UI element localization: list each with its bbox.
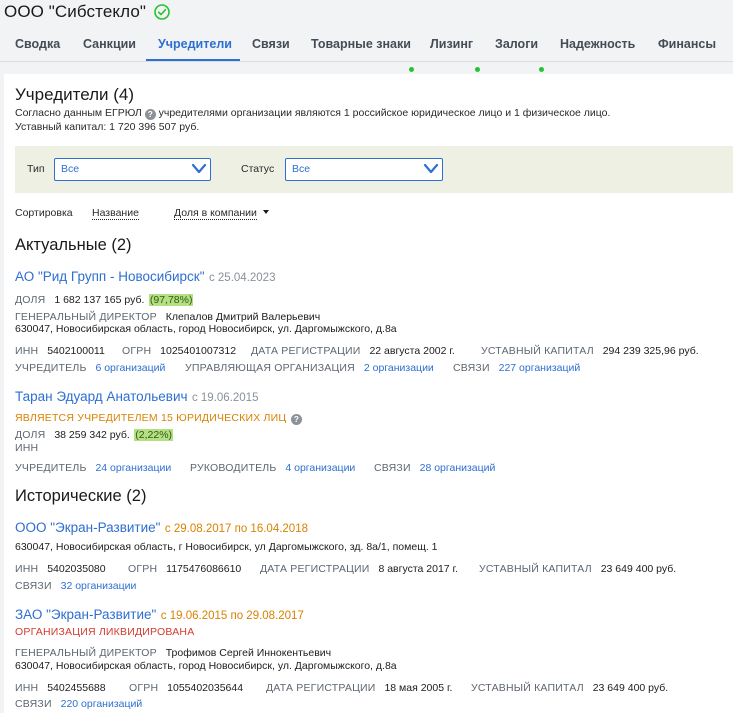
status-filter-label: Статус (241, 163, 275, 175)
founder-item: Таран Эдуард Анатольевич с 19.06.2015 (15, 388, 258, 406)
links-count-link[interactable]: 32 организации (61, 580, 137, 592)
historical-name-link[interactable]: ЗАО "Экран-Развитие" (15, 607, 156, 622)
new-indicator-leasing (475, 67, 480, 72)
check-circle-icon (154, 4, 170, 20)
status-select[interactable]: Все (285, 158, 443, 181)
founder-links: СВЯЗИ 227 организаций (453, 362, 581, 374)
new-indicator-trademarks (409, 67, 414, 72)
historical-period: с 29.08.2017 по 16.04.2018 (164, 523, 308, 535)
historical-item: ООО "Экран-Развитие" с 29.08.2017 по 16.… (15, 519, 308, 537)
page-header: ООО "Сибстекло" Сводка Санкции Учредител… (0, 0, 733, 72)
historical-inn: ИНН 5402035080 (15, 563, 106, 575)
historical-ogrn: ОГРН 1055402035644 (129, 682, 244, 694)
liquidated-status: ОРГАНИЗАЦИЯ ЛИКВИДИРОВАНА (15, 626, 195, 638)
tab-summary[interactable]: Сводка (15, 30, 60, 61)
authorized-capital: Уставный капитал: 1 720 396 507 руб. (15, 121, 200, 133)
founder-share: ДОЛЯ 38 259 342 руб. (2,22%) (15, 429, 174, 441)
sort-by-name[interactable]: Название (92, 207, 139, 220)
founder-address: 630047, Новосибирская область, город Нов… (15, 323, 397, 335)
founder-since: с 25.04.2023 (208, 272, 276, 284)
historical-capital: УСТАВНЫЙ КАПИТАЛ 23 649 400 руб. (479, 563, 677, 575)
founder-note: ЯВЛЯЕТСЯ УЧРЕДИТЕЛЕМ 15 ЮРИДИЧЕСКИХ ЛИЦ … (15, 408, 302, 426)
historical-reg-date: ДАТА РЕГИСТРАЦИИ 8 августа 2017 г. (260, 563, 459, 575)
links-count-link[interactable]: 28 организаций (420, 462, 496, 474)
section-description: Согласно данным ЕГРЮЛ ? учредителями орг… (15, 107, 611, 120)
new-indicator-pledges (539, 67, 544, 72)
links-count-link[interactable]: 220 организаций (61, 698, 143, 710)
historical-ogrn: ОГРН 1175476086610 (128, 563, 242, 575)
founder-name-link[interactable]: Таран Эдуард Анатольевич (15, 389, 188, 404)
founder-name-link[interactable]: АО "Рид Групп - Новосибирск" (15, 269, 205, 284)
type-select-value: Все (61, 163, 80, 175)
company-name: ООО "Сибстекло" (4, 2, 147, 21)
founder-requisites: ИНН 5402100011 (15, 345, 105, 357)
help-icon[interactable]: ? (144, 109, 156, 120)
historical-address: 630047, Новосибирская область, г Новосиб… (15, 541, 438, 553)
tab-finance[interactable]: Финансы (658, 30, 716, 61)
founder-links: СВЯЗИ 28 организаций (374, 462, 496, 474)
sort-by-share[interactable]: Доля в компании (174, 207, 269, 220)
chevron-down-icon (423, 163, 439, 174)
founder-item: АО "Рид Групп - Новосибирск" с 25.04.202… (15, 268, 275, 286)
filter-bar: Тип Все Статус Все (15, 146, 733, 193)
chevron-down-icon (191, 163, 207, 174)
historical-section-title: Исторические (2) (15, 487, 147, 505)
tab-bar: Сводка Санкции Учредители Связи Товарные… (0, 30, 733, 72)
historical-address: 630047, Новосибирская область, город Нов… (15, 660, 397, 672)
founder-mgmt: УПРАВЛЯЮЩАЯ ОРГАНИЗАЦИЯ 2 организации (185, 362, 434, 374)
status-select-value: Все (292, 163, 311, 175)
tab-pledges[interactable]: Залоги (495, 30, 538, 61)
founder-head: РУКОВОДИТЕЛЬ 4 организации (190, 462, 356, 474)
founders-panel: Учредители (4) Согласно данным ЕГРЮЛ ? у… (4, 74, 733, 713)
tab-links[interactable]: Связи (252, 30, 290, 61)
historical-reg-date: ДАТА РЕГИСТРАЦИИ 18 мая 2005 г. (266, 682, 453, 694)
caret-down-icon (262, 210, 269, 214)
links-count-link[interactable]: 227 организаций (499, 362, 581, 374)
tab-leasing[interactable]: Лизинг (430, 30, 473, 61)
help-icon[interactable]: ? (290, 414, 302, 425)
historical-capital: УСТАВНЫЙ КАПИТАЛ 23 649 400 руб. (471, 682, 669, 694)
current-section-title: Актуальные (2) (15, 236, 132, 254)
tab-founders[interactable]: Учредители (146, 30, 240, 61)
historical-name-link[interactable]: ООО "Экран-Развитие" (15, 520, 160, 535)
historical-director: ГЕНЕРАЛЬНЫЙ ДИРЕКТОР Трофимов Сергей Инн… (15, 647, 332, 659)
founder-since: с 19.06.2015 (191, 392, 259, 404)
historical-item: ЗАО "Экран-Развитие" с 19.06.2015 по 29.… (15, 606, 304, 624)
founder-reg-date: ДАТА РЕГИСТРАЦИИ 22 августа 2002 г. (251, 345, 455, 357)
founder-count-link[interactable]: 6 организаций (95, 362, 165, 374)
founder-ogrn: ОГРН 1025401007312 (122, 345, 237, 357)
share-percent-badge: (97,78%) (148, 294, 194, 306)
founder-capital: УСТАВНЫЙ КАПИТАЛ 294 239 325,96 руб. (481, 345, 699, 357)
tab-sanctions[interactable]: Санкции (83, 30, 136, 61)
sort-label: Сортировка (15, 207, 73, 219)
tab-trademarks[interactable]: Товарные знаки (311, 30, 411, 61)
type-filter-label: Тип (27, 163, 45, 175)
historical-period: с 19.06.2015 по 29.08.2017 (160, 610, 304, 622)
founder-relations: УЧРЕДИТЕЛЬ 6 организаций (15, 362, 166, 374)
head-count-link[interactable]: 4 организации (285, 462, 355, 474)
founder-relations: УЧРЕДИТЕЛЬ 24 организации (15, 462, 172, 474)
share-percent-badge: (2,22%) (134, 429, 174, 441)
historical-links: СВЯЗИ 32 организации (15, 580, 137, 592)
section-title: Учредители (4) (15, 85, 135, 104)
founder-share: ДОЛЯ 1 682 137 165 руб. (97,78%) (15, 294, 194, 306)
type-select[interactable]: Все (54, 158, 211, 181)
tab-reliability[interactable]: Надежность (560, 30, 635, 61)
founder-count-link[interactable]: 24 организации (95, 462, 171, 474)
mgmt-count-link[interactable]: 2 организации (364, 362, 434, 374)
company-title: ООО "Сибстекло" (4, 2, 170, 22)
historical-links: СВЯЗИ 220 организаций (15, 698, 143, 710)
founder-inn: ИНН (15, 442, 39, 454)
